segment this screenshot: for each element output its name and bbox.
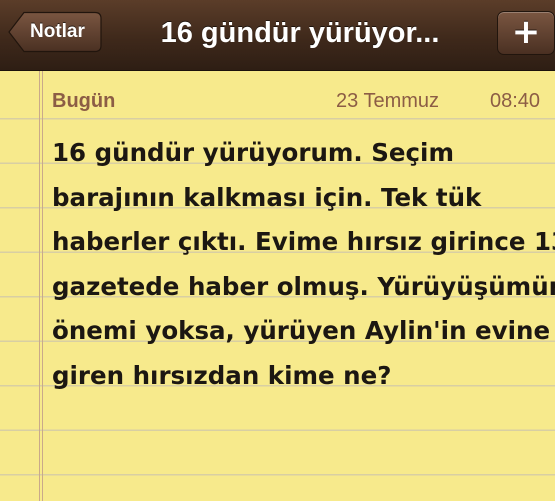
back-button-label: Notlar [30, 21, 85, 42]
add-note-button[interactable]: + [497, 11, 555, 55]
note-line: gazetede haber olmuş. Yürüyüşümün [52, 271, 555, 301]
note-time-label: 08:40 [490, 90, 541, 112]
back-button-notlar[interactable]: Notlar [8, 11, 102, 53]
note-line: 16 gündür yürüyorum. Seçim [52, 138, 454, 167]
note-title: 16 gündür yürüyor... [160, 17, 440, 49]
note-line: önemi yoksa, yürüyen Aylin'in evine [52, 316, 551, 345]
note-line: haberler çıktı. Evime hırsız girince 13 [52, 227, 555, 256]
plus-icon: + [511, 12, 541, 52]
note-line: giren hırsızdan kime ne? [52, 360, 392, 390]
note-date-label: 23 Temmuz [336, 90, 440, 112]
note-day-label: Bugün [52, 90, 116, 112]
note-line: barajının kalkması için. Tek tük [52, 182, 482, 212]
navigation-bar: Notlar 16 gündür yürüyor... + [0, 0, 555, 71]
note-body-text[interactable]: 16 gündür yürüyorum. Seçim barajının kal… [52, 131, 555, 398]
